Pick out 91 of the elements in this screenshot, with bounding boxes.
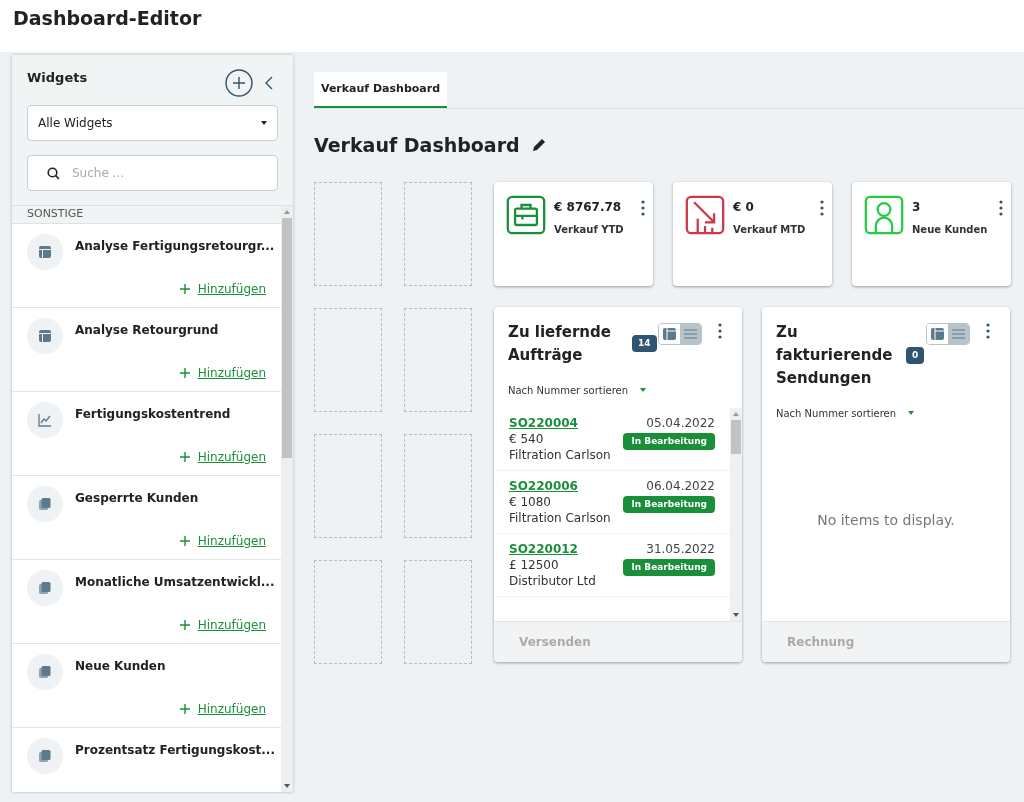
dashboard-title: Verkauf Dashboard [314, 133, 520, 158]
order-row[interactable]: SO220012 £ 12500 Distributor Ltd 31.05.2022 In Bearbeitung [494, 533, 730, 597]
card-title: Zu fakturierende Sendungen [776, 321, 894, 389]
order-date: 31.05.2022 [646, 540, 715, 557]
status-badge: In Bearbeitung [623, 495, 715, 513]
edit-icon[interactable] [531, 138, 546, 153]
stack-icon [27, 737, 63, 774]
count-badge: 14 [632, 334, 657, 352]
widget-item[interactable]: Analyse Retourgrund Hinzufügen [12, 307, 281, 392]
more-icon[interactable] [641, 199, 645, 216]
customer-name: Filtration Carlson [509, 509, 611, 526]
order-row[interactable]: SO220006 € 1080 Filtration Carlson 06.04.2022 In Bearbeitung [494, 470, 730, 534]
widget-item[interactable]: Neue Kunden Hinzufügen [12, 643, 281, 728]
widget-item[interactable]: Gesperrte Kunden Hinzufügen [12, 475, 281, 560]
caret-icon[interactable] [640, 388, 647, 392]
collapse-icon[interactable] [265, 76, 273, 90]
card-title: Zu liefernde Aufträge [508, 321, 612, 366]
more-icon[interactable] [820, 199, 824, 216]
scrollbar[interactable] [281, 206, 293, 792]
stack-icon [27, 569, 63, 606]
widget-item[interactable]: Monatliche Umsatzentwickl... Hinzufügen [12, 559, 281, 644]
widget-name: Prozentsatz Fertigungskost... [75, 741, 275, 759]
customer-name: Filtration Carlson [509, 446, 611, 463]
scrollbar[interactable] [730, 407, 742, 621]
status-badge: In Bearbeitung [623, 432, 715, 450]
plus-icon [179, 451, 190, 462]
widget-name: Analyse Fertigungsretourgr... [75, 237, 275, 255]
view-toggle[interactable] [926, 322, 970, 345]
widget-name: Neue Kunden [75, 657, 166, 675]
list-view-icon [952, 328, 965, 339]
kpi-value: 3 [912, 198, 922, 216]
filter-dropdown[interactable]: Alle Widgets [27, 105, 278, 141]
status-badge: In Bearbeitung [623, 558, 715, 576]
card-view-icon [663, 327, 676, 340]
page-title: Dashboard-Editor [13, 5, 202, 31]
plus-icon [179, 367, 190, 378]
kpi-value: € 8767.78 [554, 198, 623, 216]
line-chart-icon [27, 401, 63, 438]
search-field[interactable]: Suche ... [27, 155, 278, 191]
plus-icon [179, 283, 190, 294]
caret-icon[interactable] [908, 411, 915, 415]
widget-name: Monatliche Umsatzentwickl... [75, 573, 275, 591]
kpi-label: Verkauf YTD [554, 222, 625, 237]
add-icon[interactable] [225, 69, 253, 97]
order-amount: £ 12500 [509, 556, 560, 573]
widget-name: Fertigungskostentrend [75, 405, 231, 423]
kpi-label: Verkauf MTD [733, 222, 807, 237]
order-date: 05.04.2022 [646, 414, 715, 431]
add-link[interactable]: Hinzufügen [197, 279, 266, 298]
add-link[interactable]: Hinzufügen [197, 699, 266, 718]
more-icon[interactable] [999, 199, 1003, 216]
search-icon [47, 167, 60, 180]
plus-icon [179, 619, 190, 630]
sort-dropdown[interactable]: Nach Nummer sortieren [776, 405, 897, 421]
order-date: 06.04.2022 [646, 477, 715, 494]
card-view-icon [931, 327, 944, 340]
order-amount: € 540 [509, 430, 545, 447]
add-link[interactable]: Hinzufügen [197, 531, 266, 550]
more-icon[interactable] [718, 322, 722, 339]
sort-dropdown[interactable]: Nach Nummer sortieren [508, 382, 629, 398]
widget-item[interactable]: Fertigungskostentrend Hinzufügen [12, 391, 281, 476]
plus-icon [179, 703, 190, 714]
add-link[interactable]: Hinzufügen [197, 363, 266, 382]
add-link[interactable]: Hinzufügen [197, 447, 266, 466]
customer-name: Distributor Ltd [509, 572, 596, 589]
caret-icon [261, 121, 267, 125]
sidebar-title: Widgets [27, 69, 88, 88]
view-toggle[interactable] [658, 322, 702, 345]
order-link[interactable]: SO220006 [509, 477, 611, 494]
stack-icon [27, 653, 63, 690]
order-amount: € 1080 [509, 493, 552, 510]
order-link[interactable]: SO220012 [509, 540, 596, 557]
add-link[interactable]: Hinzufügen [197, 615, 266, 634]
table-icon [27, 317, 63, 354]
widget-item[interactable]: Analyse Fertigungsretourgr... Hinzufügen [12, 223, 281, 308]
list-view-icon [684, 328, 697, 339]
kpi-value: € 0 [733, 198, 755, 216]
empty-message: No items to display. [817, 511, 955, 530]
more-icon[interactable] [986, 322, 990, 339]
widget-item[interactable]: Prozentsatz Fertigungskost... [12, 727, 281, 792]
count-badge: 0 [906, 346, 925, 364]
plus-icon [179, 535, 190, 546]
widget-name: Gesperrte Kunden [75, 489, 199, 507]
order-row[interactable]: SO220004 € 540 Filtration Carlson 05.04.2022 In Bearbeitung [494, 407, 730, 471]
order-link[interactable]: SO220004 [509, 414, 611, 431]
section-heading: SONSTIGE [27, 206, 84, 222]
widget-name: Analyse Retourgrund [75, 321, 219, 339]
stack-icon [27, 485, 63, 522]
table-icon [27, 233, 63, 270]
tab[interactable]: Verkauf Dashboard [314, 72, 448, 108]
kpi-label: Neue Kunden [912, 222, 989, 237]
